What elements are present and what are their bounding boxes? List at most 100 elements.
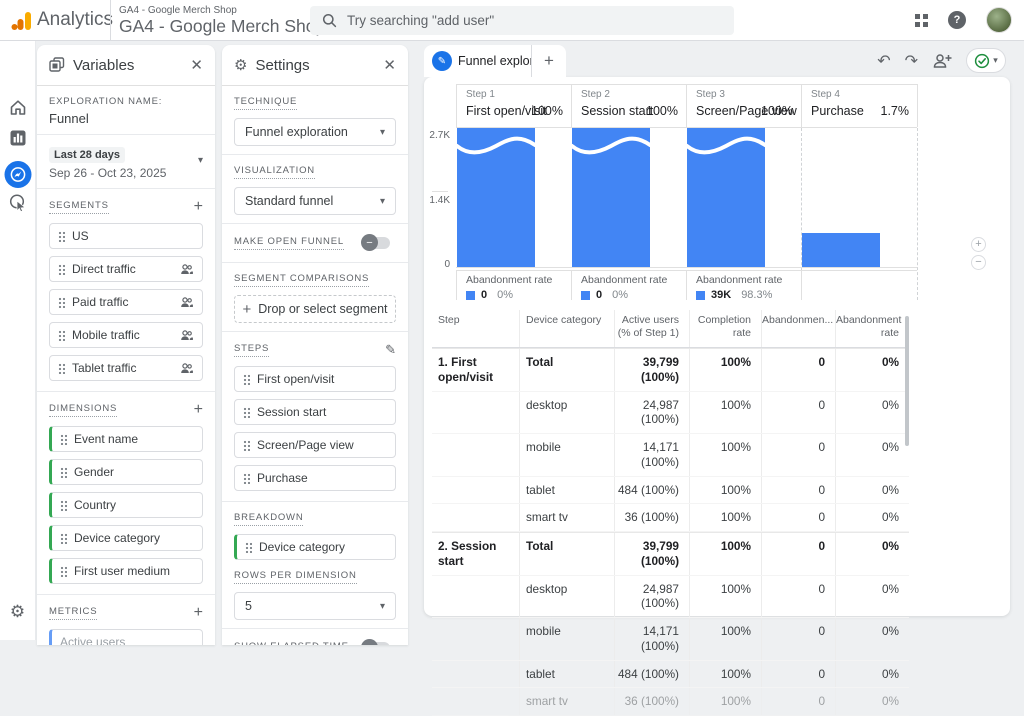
cell-abandonments: 0 (762, 576, 836, 617)
edit-steps-icon[interactable]: ✎ (385, 342, 396, 358)
cell-abandonments: 0 (762, 618, 836, 659)
segments-label: SEGMENTS (49, 200, 109, 214)
tab-funnel-exploration[interactable]: ✎ Funnel explor... ▾ (424, 45, 531, 77)
metric-chip[interactable]: Active users (49, 629, 203, 645)
abandonment-rate-value: 98.3% (741, 289, 772, 301)
show-elapsed-time-toggle[interactable]: − (364, 642, 390, 645)
abandonment-legend: 39K98.3% (696, 289, 772, 301)
share-users-icon[interactable] (932, 53, 952, 69)
funnel-step-label: Step 2 (581, 89, 610, 100)
funnel-step-name: Purchase (811, 104, 864, 118)
dimension-chip[interactable]: First user medium (49, 558, 203, 584)
table-row[interactable]: smart tv36 (100%)100%00% (432, 688, 909, 716)
date-range-picker[interactable]: Last 28 days Sep 26 - Oct 23, 2025 ▾ (49, 145, 203, 180)
admin-gear-icon[interactable]: ⚙ (10, 602, 25, 622)
cell-abandonment-rate: 0% (836, 533, 909, 574)
metrics-label: METRICS (49, 606, 97, 620)
apps-grid-icon[interactable] (915, 14, 928, 27)
column-header: Abandonmen... (762, 310, 836, 347)
segment-comparisons-label: SEGMENT COMPARISONS (234, 273, 369, 287)
segment-chip[interactable]: Mobile traffic (49, 322, 203, 348)
add-metric-icon[interactable]: + (194, 605, 203, 621)
add-tab-button[interactable]: + (531, 45, 566, 77)
table-row[interactable]: 2. Session startTotal39,799 (100%)100%00… (432, 532, 909, 575)
exploration-name-value[interactable]: Funnel (49, 111, 203, 126)
segment-chip[interactable]: Direct traffic (49, 256, 203, 282)
cell-device: mobile (520, 618, 615, 659)
undo-icon[interactable]: ↶ (877, 51, 890, 71)
step-chip[interactable]: Session start (234, 399, 396, 425)
funnel-bar-wave (457, 136, 535, 160)
segment-chip[interactable]: US (49, 223, 203, 249)
dimension-chip[interactable]: Gender (49, 459, 203, 485)
cell-abandonments: 0 (762, 688, 836, 715)
cell-abandonments: 0 (762, 392, 836, 433)
funnel-chart-card: Step 1First open/visit100%Step 2Session … (424, 77, 1010, 616)
segment-dropzone[interactable]: + Drop or select segment (234, 295, 396, 323)
help-icon[interactable]: ? (948, 11, 966, 29)
table-row[interactable]: desktop24,987 (100%)100%00% (432, 576, 909, 618)
cell-device: smart tv (520, 688, 615, 715)
search-input[interactable]: Try searching "add user" (310, 6, 734, 35)
technique-dropdown[interactable]: Funnel exploration▾ (234, 118, 396, 146)
rows-per-dimension-label: ROWS PER DIMENSION (234, 570, 357, 584)
cell-device: Total (520, 533, 615, 574)
avatar[interactable] (986, 7, 1012, 33)
reports-icon[interactable] (10, 130, 26, 146)
table-row[interactable]: mobile14,171 (100%)100%00% (432, 618, 909, 660)
cell-active-users: 24,987 (100%) (615, 576, 690, 617)
cell-abandonments: 0 (762, 349, 836, 390)
funnel-bar[interactable] (802, 233, 880, 267)
cell-step (432, 576, 520, 617)
explore-icon-selected[interactable] (4, 161, 31, 188)
advertising-icon[interactable] (8, 193, 27, 212)
date-range-value: Sep 26 - Oct 23, 2025 (49, 166, 166, 180)
plus-icon: + (243, 301, 252, 318)
visualization-dropdown[interactable]: Standard funnel▾ (234, 187, 396, 215)
cell-step (432, 477, 520, 504)
step-chip[interactable]: Screen/Page view (234, 432, 396, 458)
table-scrollbar[interactable] (905, 316, 909, 446)
redo-icon[interactable]: ↷ (905, 51, 918, 71)
add-segment-icon[interactable]: + (194, 199, 203, 215)
breakdown-label: BREAKDOWN (234, 512, 303, 526)
dimension-chip[interactable]: Device category (49, 525, 203, 551)
table-row[interactable]: desktop24,987 (100%)100%00% (432, 392, 909, 434)
table-row[interactable]: mobile14,171 (100%)100%00% (432, 434, 909, 476)
cell-completion-rate: 100% (690, 661, 762, 688)
step-chip[interactable]: Purchase (234, 465, 396, 491)
abandonment-rate-label: Abandonment rate (696, 274, 782, 286)
people-icon (180, 329, 194, 342)
abandonment-rate-label: Abandonment rate (466, 274, 552, 286)
breakdown-chip[interactable]: Device category (234, 534, 396, 560)
status-ok-button[interactable]: ▾ (966, 48, 1006, 73)
close-variables-icon[interactable]: ✕ (190, 56, 203, 74)
step-chip[interactable]: First open/visit (234, 366, 396, 392)
segment-chip-label: Direct traffic (72, 262, 173, 276)
dimension-chip[interactable]: Country (49, 492, 203, 518)
dimension-chip[interactable]: Event name (49, 426, 203, 452)
segment-chip[interactable]: Tablet traffic (49, 355, 203, 381)
drag-handle-icon (58, 297, 65, 308)
settings-gear-icon: ⚙ (234, 56, 247, 74)
drag-handle-icon (243, 407, 250, 418)
segment-chip-label: Paid traffic (72, 295, 173, 309)
search-icon (322, 13, 337, 28)
home-icon[interactable] (9, 99, 27, 116)
zoom-out-button[interactable]: − (971, 255, 986, 270)
close-settings-icon[interactable]: ✕ (383, 56, 396, 74)
table-row[interactable]: 1. First open/visitTotal39,799 (100%)100… (432, 348, 909, 391)
make-open-funnel-toggle[interactable]: − (364, 237, 390, 249)
cell-active-users: 24,987 (100%) (615, 392, 690, 433)
property-name[interactable]: GA4 - Google Merch Shop (119, 16, 325, 37)
table-row[interactable]: tablet484 (100%)100%00% (432, 661, 909, 689)
table-row[interactable]: smart tv36 (100%)100%00% (432, 504, 909, 532)
rows-per-dimension-dropdown[interactable]: 5▾ (234, 592, 396, 620)
zoom-in-button[interactable]: + (971, 237, 986, 252)
segment-chip[interactable]: Paid traffic (49, 289, 203, 315)
cell-device: desktop (520, 576, 615, 617)
cell-step: 2. Session start (432, 533, 520, 574)
table-row[interactable]: tablet484 (100%)100%00% (432, 477, 909, 505)
cell-step: 1. First open/visit (432, 349, 520, 390)
add-dimension-icon[interactable]: + (194, 402, 203, 418)
